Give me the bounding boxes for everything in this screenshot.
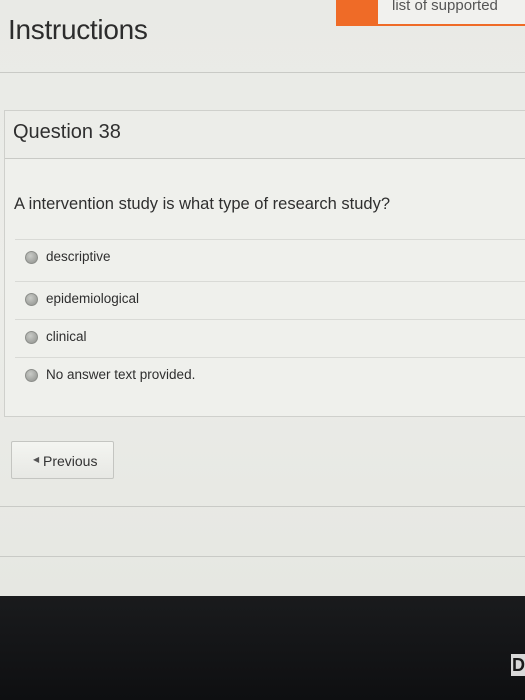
radio-button[interactable] [25,369,38,382]
page-title: Instructions [8,14,148,45]
previous-button-label: Previous [43,453,98,469]
answer-options: descriptive epidemiological clinical No … [15,239,525,395]
top-banner: list of supported [336,0,525,26]
answer-option-label[interactable]: descriptive [46,249,111,264]
divider [0,506,525,507]
radio-button[interactable] [25,293,38,306]
monitor-bezel: D [0,596,525,700]
left-triangle-icon: ◀ [33,455,40,464]
radio-button[interactable] [25,331,38,344]
answer-option-epidemiological[interactable]: epidemiological [15,281,525,319]
answer-option-label[interactable]: No answer text provided. [46,367,195,382]
radio-button[interactable] [25,251,38,264]
question-card: Question 38 A intervention study is what… [4,110,525,417]
answer-option-label[interactable]: clinical [46,329,87,344]
answer-option-clinical[interactable]: clinical [15,319,525,357]
banner-link-text[interactable]: list of supported [392,0,498,14]
divider [5,158,525,159]
answer-option-label[interactable]: epidemiological [46,291,139,306]
question-number: Question 38 [13,121,121,143]
answer-option-no-answer[interactable]: No answer text provided. [15,357,525,395]
divider [0,556,525,557]
banner-accent-block [336,0,378,24]
bezel-logo-letter: D [511,654,525,676]
previous-button[interactable]: ◀ Previous [11,441,114,479]
divider [0,72,525,73]
question-text: A intervention study is what type of res… [14,195,391,213]
question-header: Question 38 [5,111,525,159]
answer-option-descriptive[interactable]: descriptive [15,239,525,281]
